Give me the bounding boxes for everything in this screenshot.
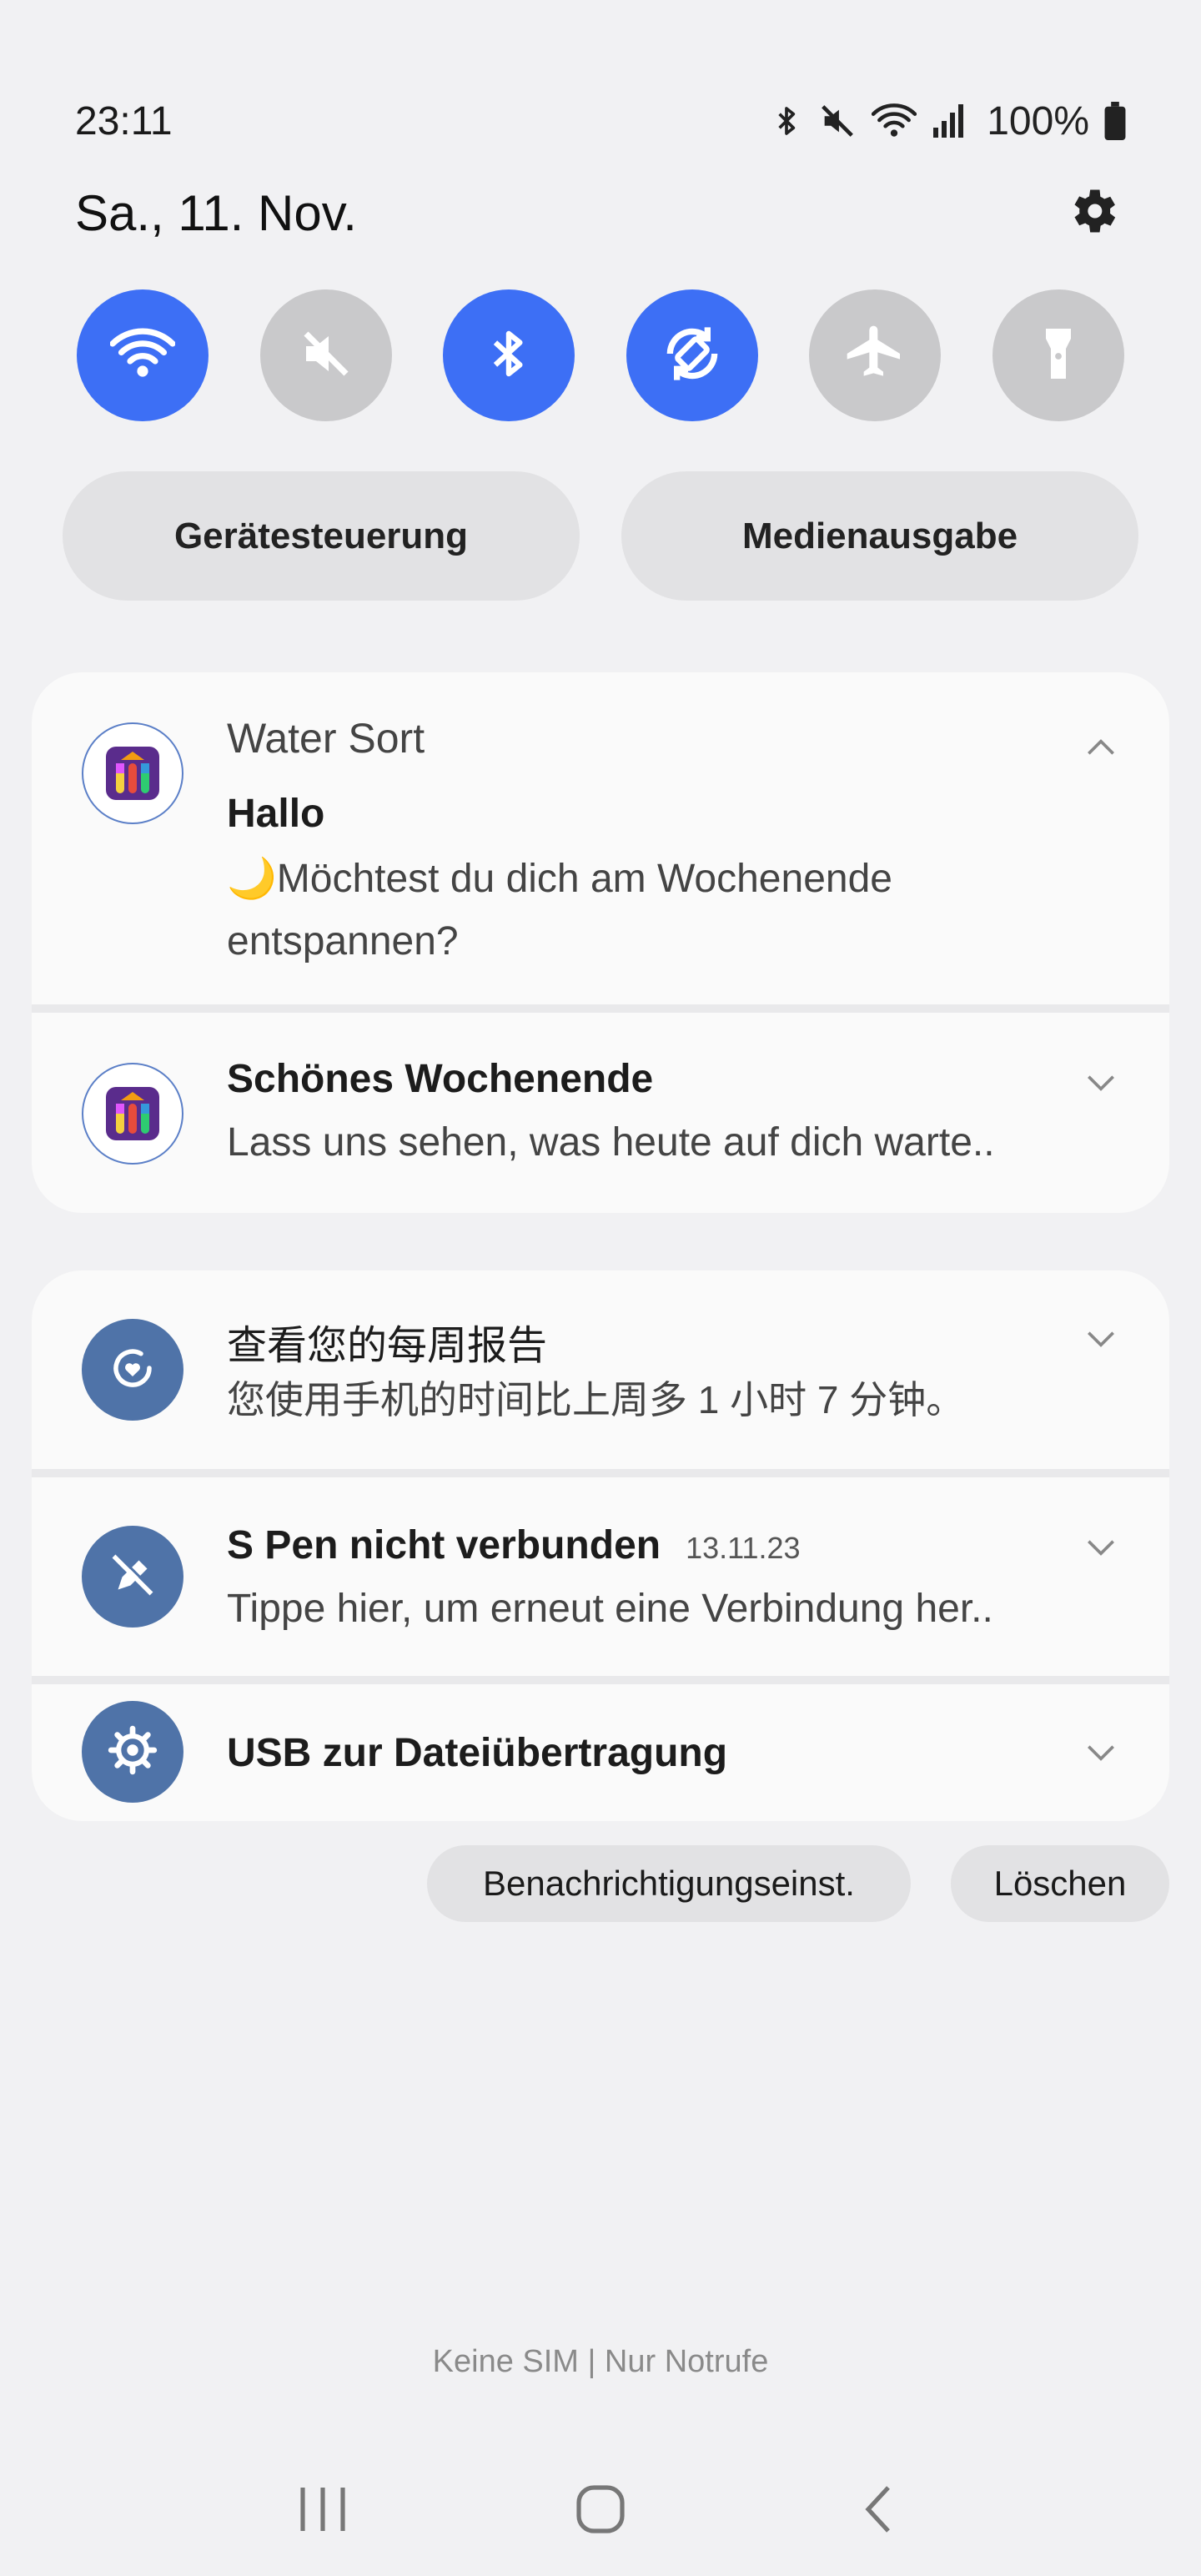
notification-title: Schönes Wochenende [227,1057,654,1101]
status-bar: 23:11 100% [75,92,1126,150]
status-icons: 100% [770,98,1126,144]
notification-spen[interactable]: S Pen nicht verbunden 13.11.23 Tippe hie… [32,1477,1169,1676]
date: Sa., 11. Nov. [75,184,357,241]
notification-text: 您使用手机的时间比上周多 1 小时 7 分钟。 [227,1378,965,1421]
expand-chevron-icon[interactable] [1083,1529,1119,1566]
notification-text: Tippe hier, um erneut eine Verbindung he… [227,1587,993,1631]
notification-date: 13.11.23 [686,1531,801,1565]
android-system-app-icon [82,1701,183,1803]
mute-icon [296,324,356,388]
notification-title: S Pen nicht verbunden [227,1523,661,1567]
pen-icon [108,1550,158,1604]
system-gear-icon [107,1724,158,1780]
wifi-toggle[interactable] [77,289,209,421]
notification-title-row: S Pen nicht verbunden 13.11.23 [227,1522,801,1568]
expand-chevron-icon[interactable] [1083,1064,1119,1101]
auto-rotate-icon [659,320,726,391]
quick-pills: Gerätesteuerung Medienausgabe [63,471,1138,601]
notification-group-system: 查看您的每周报告 您使用手机的时间比上周多 1 小时 7 分钟。 S Pen n… [32,1270,1169,1821]
notification-water-sort-hallo[interactable]: Water Sort Hallo 🌙Möchtest du dich am Wo… [32,672,1169,1004]
water-sort-app-icon [82,1063,183,1165]
back-icon [858,2483,898,2540]
battery-level: 100% [987,98,1089,143]
notification-water-sort-weekend[interactable]: Schönes Wochenende Lass uns sehen, was h… [32,1013,1169,1213]
media-output-button[interactable]: Medienausgabe [621,471,1138,601]
settings-button[interactable] [1059,179,1126,246]
notification-app-name: Water Sort [227,715,425,762]
home-icon [574,2483,627,2540]
notification-text-line-2: entspannen? [227,919,459,963]
recents-icon [296,2484,349,2538]
gear-icon [1064,183,1121,244]
notification-group-water-sort: Water Sort Hallo 🌙Möchtest du dich am Wo… [32,672,1169,1213]
notification-usb[interactable]: USB zur Dateiübertragung [32,1684,1169,1821]
bluetooth-icon [482,320,535,391]
wellbeing-icon [108,1343,158,1397]
clock: 23:11 [75,98,173,143]
sound-toggle[interactable] [259,289,392,421]
notification-text-line-1: 🌙Möchtest du dich am Wochenende [227,857,892,901]
navigation-bar [0,2469,1201,2553]
notification-title: 查看您的每周报告 [227,1324,548,1368]
bluetooth-toggle[interactable] [443,289,575,421]
device-control-button[interactable]: Gerätesteuerung [63,471,580,601]
sim-status: Keine SIM | Nur Notrufe [432,2344,769,2379]
flashlight-toggle[interactable] [992,289,1124,421]
header-row: Sa., 11. Nov. [75,179,1126,246]
expand-chevron-icon[interactable] [1083,1734,1119,1771]
digital-wellbeing-app-icon [82,1319,183,1421]
flashlight-icon [1028,320,1088,391]
expand-chevron-icon[interactable] [1083,1321,1119,1357]
signal-icon [932,103,965,139]
spen-app-icon [82,1526,183,1628]
notification-actions: Benachrichtigungseinst. Löschen [427,1845,1169,1922]
water-sort-app-icon [82,722,183,824]
clear-all-button[interactable]: Löschen [951,1845,1169,1922]
mute-icon [818,102,857,140]
auto-rotate-toggle[interactable] [626,289,758,421]
notification-title: Hallo [227,792,325,836]
collapse-chevron-icon[interactable] [1083,729,1119,766]
notification-text: Lass uns sehen, was heute auf dich warte… [227,1120,995,1165]
home-button[interactable] [550,2469,651,2553]
back-button[interactable] [828,2469,928,2553]
recent-apps-button[interactable] [273,2469,373,2553]
notification-text: 🌙Möchtest du dich am Wochenende entspann… [227,848,892,973]
notification-settings-button[interactable]: Benachrichtigungseinst. [427,1845,911,1922]
notification-title: USB zur Dateiübertragung [227,1731,728,1775]
quick-toggles [77,289,1124,423]
bluetooth-icon [770,101,803,141]
airplane-mode-toggle[interactable] [809,289,942,421]
battery-icon [1104,102,1126,140]
wifi-icon [872,102,917,140]
airplane-icon [842,320,908,391]
wifi-icon [109,326,176,385]
notification-weekly-report[interactable]: 查看您的每周报告 您使用手机的时间比上周多 1 小时 7 分钟。 [32,1270,1169,1469]
